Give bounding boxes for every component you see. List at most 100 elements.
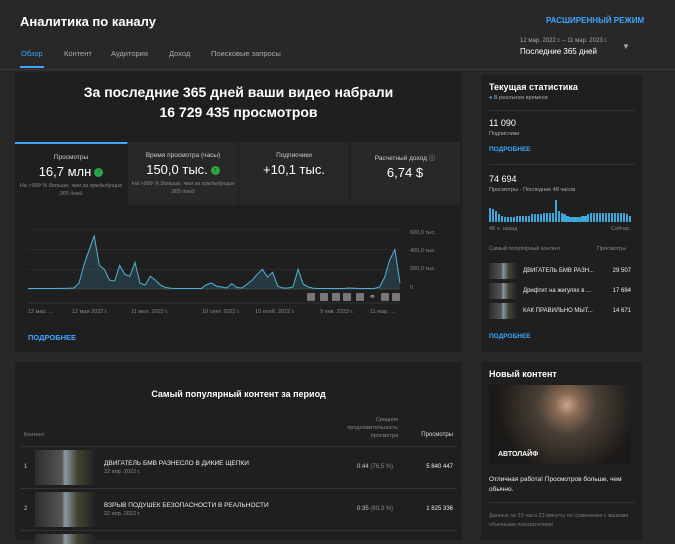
rt-top-item[interactable]: ДВИГАТЕЛЬ БМВ РАЗН...29 507 [489, 263, 635, 281]
realtime-bar[interactable] [528, 216, 530, 222]
video-thumbnail [489, 283, 517, 299]
subscriber-count: 11 090 [489, 118, 516, 128]
realtime-bar[interactable] [563, 214, 565, 222]
table-row[interactable]: 1 ДВИГАТЕЛЬ БМВ РАЗНЕСЛО В ДИКИЕ ЩЕПКИ 2… [20, 446, 457, 488]
realtime-bar[interactable] [492, 209, 494, 222]
realtime-bar[interactable] [581, 216, 583, 222]
chart-area-fill [28, 236, 400, 289]
realtime-bar[interactable] [617, 213, 619, 222]
realtime-bar[interactable] [519, 216, 521, 222]
video-marker-icon[interactable] [332, 293, 340, 301]
realtime-bar[interactable] [549, 213, 551, 222]
col-views[interactable]: Просмотры [405, 432, 453, 438]
overview-more-link[interactable]: ПОДРОБНЕЕ [28, 333, 76, 342]
video-date: 22 апр. 2022 г. [104, 511, 140, 517]
realtime-bar[interactable] [555, 200, 557, 222]
table-row[interactable]: 2 ВЗРЫВ ПОДУШЕК БЕЗОПАСНОСТИ В РЕАЛЬНОСТ… [20, 488, 457, 530]
video-marker-icon[interactable] [381, 293, 389, 301]
realtime-bar[interactable] [495, 211, 497, 222]
avg-duration: 0:35 [357, 506, 369, 512]
video-thumbnail[interactable] [35, 450, 95, 485]
realtime-bar[interactable] [546, 213, 548, 222]
video-marker-icon[interactable] [343, 293, 351, 301]
new-video-thumbnail[interactable]: АВТОЛАЙФ [489, 385, 631, 465]
x-tick: 11 мар. ... [370, 309, 395, 315]
y-tick: 600,0 тыс. [410, 230, 436, 236]
realtime-bar[interactable] [590, 213, 592, 222]
video-marker-icon[interactable] [307, 293, 315, 301]
realtime-bar[interactable] [593, 213, 595, 222]
realtime-bar[interactable] [611, 213, 613, 222]
realtime-bar[interactable] [566, 216, 568, 222]
realtime-title: Текущая статистика [489, 82, 578, 92]
rt-top-item[interactable]: КАК ПРАВИЛЬНО МЫТ... 14 671 [489, 303, 635, 321]
rt-top-item[interactable]: Дрифтит на жигулях в ...17 684 [489, 283, 635, 301]
realtime-bar[interactable] [620, 213, 622, 222]
row-rank: 2 [24, 506, 27, 512]
subs-more-link[interactable]: ПОДРОБНЕЕ [489, 146, 531, 153]
video-date: 22 апр. 2022 г. [104, 469, 140, 475]
realtime-bar[interactable] [608, 213, 610, 222]
realtime-bar[interactable] [510, 217, 512, 222]
link-icon[interactable]: ⚭ [369, 293, 377, 301]
video-title[interactable]: ВЗРЫВ ПОДУШЕК БЕЗОПАСНОСТИ В РЕАЛЬНОСТИ [104, 502, 269, 509]
video-thumbnail[interactable] [35, 492, 95, 527]
video-title[interactable]: ДВИГАТЕЛЬ БМВ РАЗНЕСЛО В ДИКИЕ ЩЕПКИ [104, 460, 249, 467]
x-tick: 11 июл. 2022 г. [131, 309, 168, 315]
realtime-bar[interactable] [561, 213, 563, 222]
realtime-bar[interactable] [623, 213, 625, 222]
realtime-bar[interactable] [498, 214, 500, 222]
new-content-title: Новый контент [489, 369, 557, 379]
avg-percent: (76,5 %) [370, 464, 393, 470]
realtime-bar[interactable] [569, 217, 571, 222]
realtime-bar[interactable] [599, 213, 601, 222]
x-tick: 9 янв. 2023 г. [320, 309, 353, 315]
realtime-bar[interactable] [543, 213, 545, 222]
realtime-bar[interactable] [516, 216, 518, 222]
realtime-bar[interactable] [596, 213, 598, 222]
table-row[interactable] [20, 530, 457, 540]
realtime-bar[interactable] [629, 216, 631, 222]
realtime-bar[interactable] [572, 217, 574, 222]
x-tick: 10 нояб. 2022 г. [255, 309, 295, 315]
views-count: 14 671 [613, 308, 631, 314]
realtime-bar[interactable] [605, 213, 607, 222]
realtime-bar[interactable] [578, 217, 580, 222]
realtime-bar[interactable] [614, 213, 616, 222]
realtime-bar[interactable] [558, 211, 560, 222]
realtime-bar[interactable] [552, 213, 554, 222]
realtime-bar[interactable] [507, 217, 509, 222]
video-thumbnail[interactable] [35, 534, 95, 544]
video-marker-icon[interactable] [320, 293, 328, 301]
x-tick: 12 мая 2022 г. [72, 309, 108, 315]
realtime-bar[interactable] [537, 214, 539, 222]
video-title: КАК ПРАВИЛЬНО МЫТ... [523, 308, 593, 314]
views-count: 5 840 447 [405, 464, 453, 470]
realtime-bar[interactable] [504, 217, 506, 222]
realtime-bar[interactable] [534, 214, 536, 222]
realtime-bar[interactable] [575, 217, 577, 222]
video-marker-icon[interactable] [356, 293, 364, 301]
realtime-bar[interactable] [489, 208, 491, 222]
avg-duration: 0:44 [357, 464, 369, 470]
realtime-bar[interactable] [513, 217, 515, 222]
realtime-bar[interactable] [531, 214, 533, 222]
video-marker-icon[interactable] [392, 293, 400, 301]
realtime-bar[interactable] [501, 216, 503, 222]
realtime-bar[interactable] [626, 214, 628, 222]
realtime-bar[interactable] [587, 214, 589, 222]
realtime-bar[interactable] [525, 216, 527, 222]
new-content-footer: Данные за 23 часа 23 минуты по сравнению… [489, 512, 629, 530]
y-tick: 0 [410, 285, 413, 291]
realtime-more-link[interactable]: ПОДРОБНЕЕ [489, 333, 531, 340]
new-content-message: Отличная работа! Просмотров больше, чем … [489, 475, 635, 495]
realtime-bar[interactable] [584, 216, 586, 222]
realtime-views-label: Просмотры · Последние 48 часов [489, 187, 575, 193]
realtime-bar[interactable] [522, 216, 524, 222]
realtime-bar-chart [489, 200, 632, 222]
col-avg-duration[interactable]: Средняя продолжительность просмотра [330, 416, 398, 440]
views-count: 17 684 [613, 288, 631, 294]
realtime-bar[interactable] [602, 213, 604, 222]
realtime-bar[interactable] [540, 214, 542, 222]
live-dot-icon: ● [489, 95, 492, 101]
